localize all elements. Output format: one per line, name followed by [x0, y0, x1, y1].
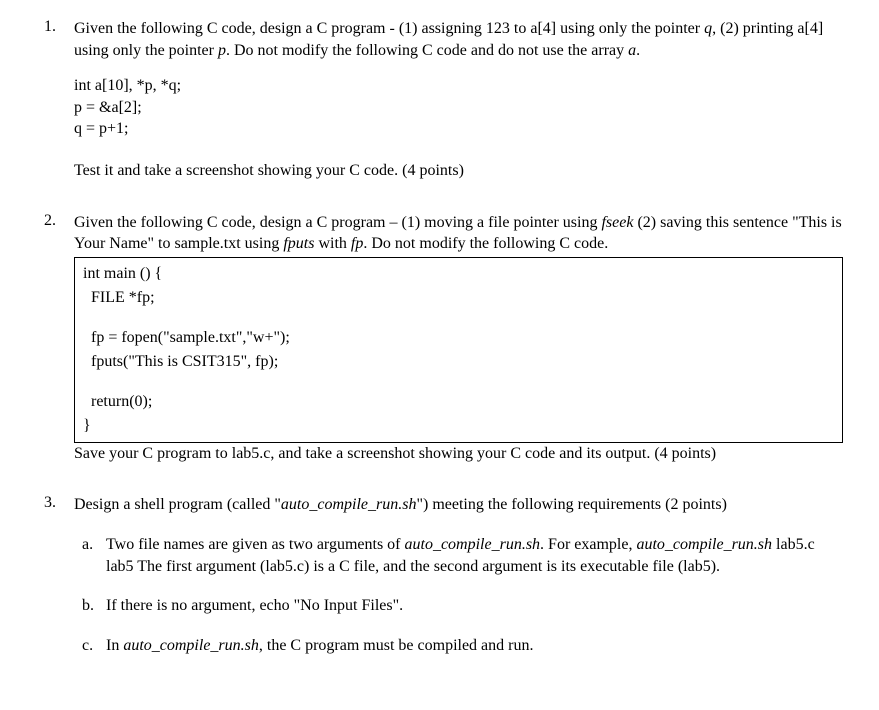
code-line: }: [83, 414, 834, 438]
code-line: fp = fopen("sample.txt","w+");: [83, 326, 834, 350]
q3-sublist: Two file names are given as two argument…: [74, 534, 843, 656]
code-line: int a[10], *p, *q;: [74, 75, 843, 97]
q1-code: int a[10], *p, *q; p = &a[2]; q = p+1;: [74, 75, 843, 140]
q1-intro: Given the following C code, design a C p…: [74, 18, 843, 61]
code-line: return(0);: [83, 390, 834, 414]
q3-item-a: Two file names are given as two argument…: [74, 534, 843, 577]
q3-item-c: In auto_compile_run.sh, the C program mu…: [74, 635, 843, 657]
code-line: int main () {: [83, 262, 834, 286]
question-1: Given the following C code, design a C p…: [36, 18, 843, 182]
code-line: fputs("This is CSIT315", fp);: [83, 350, 834, 374]
q1-closing: Test it and take a screenshot showing yo…: [74, 160, 843, 182]
question-3: Design a shell program (called "auto_com…: [36, 494, 843, 656]
code-line: p = &a[2];: [74, 97, 843, 119]
q2-closing: Save your C program to lab5.c, and take …: [74, 443, 843, 465]
question-list: Given the following C code, design a C p…: [36, 18, 843, 656]
q2-code-box: int main () { FILE *fp; fp = fopen("samp…: [74, 257, 843, 443]
q2-intro: Given the following C code, design a C p…: [74, 212, 843, 255]
code-line: q = p+1;: [74, 118, 843, 140]
q3-intro: Design a shell program (called "auto_com…: [74, 494, 843, 516]
q3-item-b: If there is no argument, echo "No Input …: [74, 595, 843, 617]
code-line: FILE *fp;: [83, 286, 834, 310]
question-2: Given the following C code, design a C p…: [36, 212, 843, 465]
